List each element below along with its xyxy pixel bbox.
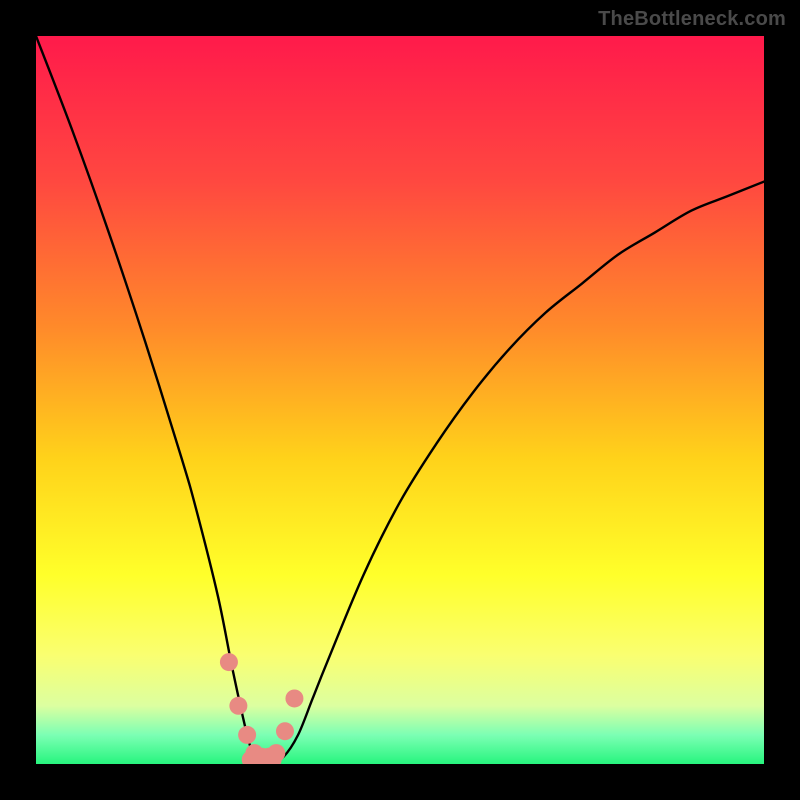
optimal-marker-dot [285,689,303,707]
curve-layer [36,36,764,764]
chart-frame: TheBottleneck.com [0,0,800,800]
plot-area [36,36,764,764]
bottleneck-curve [36,36,764,764]
optimal-marker-dot [238,726,256,744]
optimal-marker-dot [267,744,285,762]
watermark-text: TheBottleneck.com [598,8,786,31]
optimal-marker-dot [220,653,238,671]
optimal-marker-dot [276,722,294,740]
optimal-marker-dot [229,697,247,715]
